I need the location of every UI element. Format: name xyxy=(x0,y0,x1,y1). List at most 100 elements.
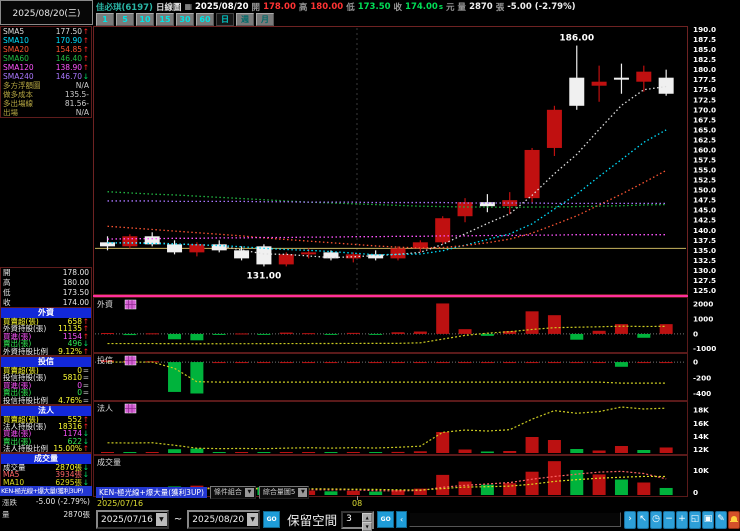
date-to-picker[interactable]: 2025/08/20 ▼ xyxy=(187,510,261,529)
period-button-1[interactable]: 1 xyxy=(96,13,114,26)
go-button[interactable]: GO xyxy=(377,511,395,528)
period-button-30[interactable]: 30 xyxy=(176,13,194,26)
panel-bar xyxy=(168,333,182,340)
panel-bar xyxy=(346,452,360,453)
candle-body xyxy=(256,246,272,265)
row-label: SMA5 xyxy=(3,27,25,36)
bell-shape xyxy=(730,515,738,522)
price-annotation: 186.00 xyxy=(559,34,594,44)
cursor-icon[interactable]: ↖ xyxy=(637,510,649,529)
panel-axis-tick: 0 xyxy=(693,488,698,497)
y-axis-tick: 142.5 xyxy=(693,216,716,225)
row-label: 低 xyxy=(3,288,11,297)
resize-icon[interactable]: ◱ xyxy=(689,510,701,529)
panel-bar xyxy=(547,362,561,364)
volume-value: 2870 xyxy=(469,1,493,12)
calendar-grid-icon[interactable]: ▦ xyxy=(184,2,192,11)
collapse-left-icon[interactable]: ‹ xyxy=(396,511,408,528)
sidebar-row: 多出場線 81.56- xyxy=(1,99,91,108)
panel-bar xyxy=(302,452,316,453)
panel-bar xyxy=(637,333,651,338)
period-button-10[interactable]: 10 xyxy=(136,13,154,26)
period-button-日[interactable]: 日 xyxy=(216,13,234,26)
open-label: 開 xyxy=(251,2,261,13)
sidebar-row: SMA20 154.85 ↑ xyxy=(1,45,91,54)
chevron-down-icon[interactable]: ▼ xyxy=(247,513,259,526)
panel-bar xyxy=(659,447,673,453)
row-value: 4.76% xyxy=(58,395,82,405)
zoom-in-icon[interactable]: + xyxy=(676,510,688,529)
alert-bell-icon[interactable] xyxy=(728,510,740,529)
panel-bar xyxy=(480,451,494,453)
main-price-chart: 186.00 131.00 190.0187.5185.0182.5180.0177… xyxy=(93,26,740,295)
chevron-down-icon[interactable]: ▼ xyxy=(298,487,308,497)
high-value: 180.00 xyxy=(310,1,344,12)
zoom-out-icon[interactable]: − xyxy=(663,510,675,529)
panel-bar xyxy=(503,451,517,453)
clock-icon[interactable]: ◷ xyxy=(650,510,662,529)
status-strip xyxy=(409,512,621,527)
sidebar-section: 外資 買賣超(張) 658 ↑ 外資持股(張) 11135 ↑ 買進(張) 1154 ↑ 賣出(張)… xyxy=(0,307,92,356)
row-value: 173.50 xyxy=(62,288,89,297)
next-icon[interactable]: › xyxy=(624,510,636,529)
row-value: N/A xyxy=(75,81,89,90)
panel-bar xyxy=(659,324,673,334)
candle-body xyxy=(234,250,250,259)
period-button-週[interactable]: 週 xyxy=(236,13,254,26)
volume-label: 量 xyxy=(2,510,10,519)
draw-pencil-icon[interactable]: ✎ xyxy=(715,510,727,529)
sidebar-row: 外資持股比例 9.12% ↑ xyxy=(1,346,91,356)
condition-combo[interactable]: 條件組合 ▼ xyxy=(209,485,256,499)
panel-bar xyxy=(101,333,114,335)
candle-body xyxy=(613,77,629,80)
panel-bar xyxy=(235,452,249,453)
panel-外資: 2000 1000 0 -1000 外資 xyxy=(93,297,740,353)
app-window: 2025/08/20(三) 佳必琪(6197) 日線圖 ▦ 2025/08/20… xyxy=(0,0,740,531)
panel-bar xyxy=(302,362,316,364)
panel-bar xyxy=(123,333,137,336)
chevron-down-icon[interactable]: ▼ xyxy=(155,513,167,526)
candle-body xyxy=(658,77,674,94)
panel-bar xyxy=(413,362,427,364)
panel-bar xyxy=(168,362,182,392)
panel-bar xyxy=(436,362,450,364)
trend-mark: ↑ xyxy=(82,346,89,356)
y-axis-tick: 187.5 xyxy=(693,35,716,44)
row-label: SMA60 xyxy=(3,54,29,63)
period-button-月[interactable]: 月 xyxy=(256,13,274,26)
strategy-name-label[interactable]: KEN-極光線+爆大量(獲利3UP) xyxy=(0,486,92,496)
panel-bar xyxy=(257,452,271,453)
y-axis-tick: 172.5 xyxy=(693,95,716,104)
go-button[interactable]: GO xyxy=(263,511,281,528)
row-value: 9.12% xyxy=(58,346,82,356)
panel-bar xyxy=(369,452,383,453)
panel-bar xyxy=(257,362,271,364)
chevron-down-icon[interactable]: ▼ xyxy=(244,487,254,497)
condition-combo-value: 條件組合 xyxy=(213,488,242,496)
date-to-value: 2025/08/20 xyxy=(192,514,245,525)
trend-mark: ↑ xyxy=(82,27,89,36)
row-label: 投信持股比例 xyxy=(3,395,48,405)
row-label: 多方浮額圖 xyxy=(3,81,41,90)
layout-combo[interactable]: 綜合量圖5 ▼ xyxy=(258,485,310,499)
volume-label: 量 xyxy=(457,2,467,13)
period-button-60[interactable]: 60 xyxy=(196,13,214,26)
change-row: 漲跌 -5.00 (-2.79%) xyxy=(0,496,92,508)
row-label: SMA120 xyxy=(3,63,34,72)
period-button-15[interactable]: 15 xyxy=(156,13,174,26)
y-axis-tick: 165.0 xyxy=(693,125,716,134)
spin-down-icon[interactable]: ▼ xyxy=(362,521,373,531)
y-axis-tick: 185.0 xyxy=(693,45,716,54)
panel-bar xyxy=(637,450,651,453)
maximize-icon[interactable]: ▣ xyxy=(702,510,714,529)
sidebar-row: 出場 N/A xyxy=(1,108,91,117)
date-from-picker[interactable]: 2025/07/16 ▼ xyxy=(96,510,169,529)
change-value: -5.00 (-2.79%) xyxy=(507,1,576,12)
y-axis-tick: 127.5 xyxy=(693,276,716,285)
spin-up-icon[interactable]: ▲ xyxy=(362,512,373,522)
panel-bar xyxy=(190,362,204,394)
reserve-space-stepper[interactable]: 3 ▲ ▼ xyxy=(341,510,375,531)
strategy-name-label[interactable]: KEN-極光線+爆大量(獲利3UP) xyxy=(96,486,207,498)
period-button-5[interactable]: 5 xyxy=(116,13,134,26)
close-flag: s xyxy=(438,2,444,11)
